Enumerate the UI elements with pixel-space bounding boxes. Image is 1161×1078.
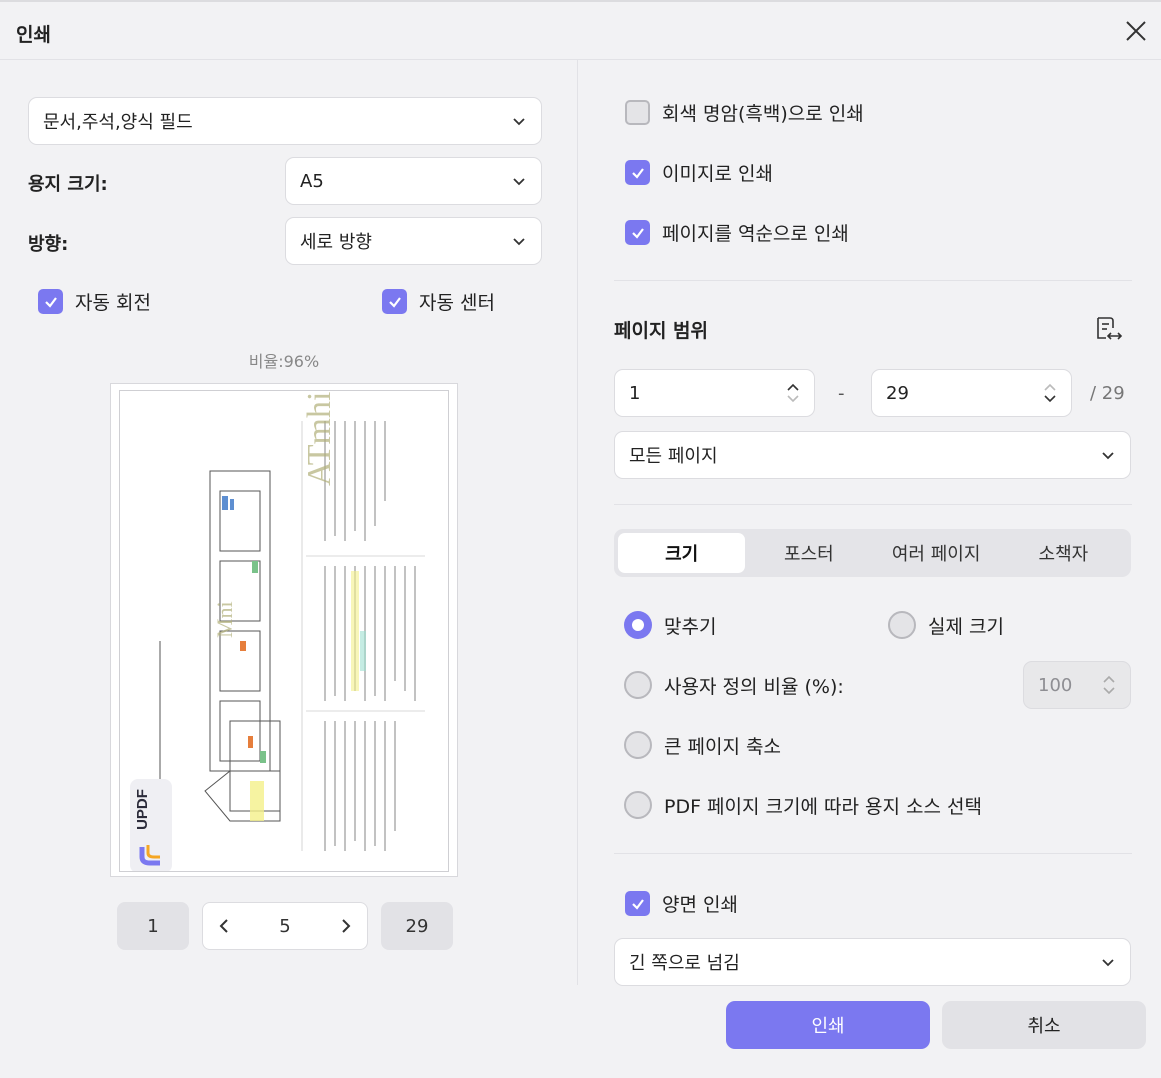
chevron-down-icon[interactable]: [1102, 686, 1116, 695]
chevron-down-icon: [1102, 452, 1114, 460]
checkbox-checked-icon: [625, 160, 650, 185]
stepper-arrows[interactable]: [786, 383, 800, 403]
radio-unselected-icon: [624, 671, 652, 699]
tab-poster[interactable]: 포스터: [745, 533, 872, 573]
section-divider: [614, 853, 1132, 854]
orientation-label: 방향:: [28, 234, 69, 255]
last-page-button[interactable]: 29: [381, 902, 453, 950]
tab-multiple-pages[interactable]: 여러 페이지: [873, 533, 1000, 573]
grayscale-checkbox[interactable]: 회색 명암(흑백)으로 인쇄: [625, 99, 864, 126]
duplex-checkbox[interactable]: 양면 인쇄: [625, 890, 738, 917]
custom-scale-input[interactable]: 100: [1023, 661, 1131, 709]
preview-page: ATmhi Mni UPDF: [119, 390, 449, 872]
chevron-down-icon: [513, 178, 525, 186]
section-divider: [614, 504, 1132, 505]
shrink-label: 큰 페이지 축소: [664, 735, 781, 758]
close-icon[interactable]: [1123, 18, 1149, 44]
chevron-down-icon[interactable]: [786, 394, 800, 403]
duplex-label: 양면 인쇄: [662, 894, 738, 916]
actual-size-radio[interactable]: 실제 크기: [888, 611, 1004, 639]
print-button[interactable]: 인쇄: [726, 1001, 930, 1049]
radio-unselected-icon: [888, 611, 916, 639]
custom-scale-radio[interactable]: 사용자 정의 비율 (%):: [624, 671, 844, 699]
page-subset-value: 모든 페이지: [629, 446, 718, 467]
dialog-title: 인쇄: [16, 24, 51, 46]
auto-center-checkbox[interactable]: 자동 센터: [382, 288, 495, 315]
chevron-down-icon: [513, 238, 525, 246]
print-content-value: 문서,주석,양식 필드: [43, 112, 193, 133]
reverse-order-label: 페이지를 역순으로 인쇄: [662, 223, 849, 245]
radio-unselected-icon: [624, 791, 652, 819]
print-as-image-checkbox[interactable]: 이미지로 인쇄: [625, 159, 773, 186]
flip-value: 긴 쪽으로 넘김: [629, 953, 740, 974]
layout-tabs: 크기 포스터 여러 페이지 소책자: [614, 529, 1131, 577]
flip-select[interactable]: 긴 쪽으로 넘김: [614, 938, 1131, 986]
tab-booklet[interactable]: 소책자: [1000, 533, 1127, 573]
radio-unselected-icon: [624, 731, 652, 759]
range-from-value: 1: [629, 382, 641, 404]
cancel-button[interactable]: 취소: [942, 1001, 1146, 1049]
shrink-radio[interactable]: 큰 페이지 축소: [624, 731, 781, 759]
radio-selected-icon: [624, 611, 652, 639]
orientation-select[interactable]: 세로 방향: [285, 217, 542, 265]
section-divider: [614, 280, 1132, 281]
chevron-down-icon: [1102, 959, 1114, 967]
title-bar: 인쇄: [0, 0, 1161, 60]
print-as-image-label: 이미지로 인쇄: [662, 163, 773, 185]
actual-size-label: 실제 크기: [928, 615, 1004, 638]
chevron-up-icon[interactable]: [786, 383, 800, 392]
svg-text:Mni: Mni: [212, 601, 237, 638]
checkbox-checked-icon: [625, 220, 650, 245]
updf-watermark-text: UPDF: [133, 789, 151, 830]
paper-size-select[interactable]: A5: [285, 157, 542, 205]
page-navigator: 5: [202, 902, 368, 950]
reverse-order-checkbox[interactable]: 페이지를 역순으로 인쇄: [625, 219, 849, 246]
custom-scale-value: 100: [1038, 674, 1073, 696]
auto-rotate-checkbox[interactable]: 자동 회전: [38, 288, 151, 315]
checkbox-checked-icon: [38, 289, 63, 314]
first-page-button[interactable]: 1: [117, 902, 189, 950]
chevron-down-icon: [513, 118, 525, 126]
tab-size[interactable]: 크기: [618, 533, 746, 573]
range-to-value: 29: [886, 382, 909, 404]
page-range-title: 페이지 범위: [614, 320, 709, 342]
chevron-right-icon[interactable]: [339, 917, 353, 935]
chevron-up-icon[interactable]: [1102, 675, 1116, 684]
range-to-input[interactable]: 29: [871, 369, 1072, 417]
auto-rotate-label: 자동 회전: [75, 292, 151, 314]
current-page: 5: [279, 915, 291, 937]
pdf-source-label: PDF 페이지 크기에 따라 용지 소스 선택: [664, 795, 982, 818]
checkbox-checked-icon: [382, 289, 407, 314]
updf-logo-icon: [139, 845, 160, 866]
chevron-up-icon[interactable]: [1043, 383, 1057, 392]
auto-center-label: 자동 센터: [419, 292, 495, 314]
checkbox-unchecked-icon: [625, 100, 650, 125]
swap-range-icon[interactable]: [1093, 314, 1123, 344]
page-subset-select[interactable]: 모든 페이지: [614, 431, 1131, 479]
paper-size-label: 용지 크기:: [28, 174, 108, 195]
stepper-arrows[interactable]: [1102, 675, 1116, 695]
fit-radio[interactable]: 맞추기: [624, 611, 716, 639]
checkbox-checked-icon: [625, 891, 650, 916]
pdf-source-radio[interactable]: PDF 페이지 크기에 따라 용지 소스 선택: [624, 791, 982, 819]
fit-label: 맞추기: [664, 615, 717, 638]
range-total: / 29: [1090, 383, 1125, 404]
paper-size-value: A5: [300, 170, 324, 192]
orientation-value: 세로 방향: [300, 232, 372, 253]
range-dash: -: [838, 383, 845, 404]
svg-text:ATmhi: ATmhi: [301, 392, 338, 486]
stepper-arrows[interactable]: [1043, 383, 1057, 403]
print-content-select[interactable]: 문서,주석,양식 필드: [28, 97, 542, 145]
range-from-input[interactable]: 1: [614, 369, 815, 417]
page-preview: ATmhi Mni UPDF: [110, 383, 458, 877]
chevron-down-icon[interactable]: [1043, 394, 1057, 403]
panel-divider: [577, 60, 578, 985]
zoom-ratio: 비율:96%: [248, 352, 320, 371]
grayscale-label: 회색 명암(흑백)으로 인쇄: [662, 103, 864, 125]
custom-scale-label: 사용자 정의 비율 (%):: [664, 675, 844, 698]
chevron-left-icon[interactable]: [217, 917, 231, 935]
